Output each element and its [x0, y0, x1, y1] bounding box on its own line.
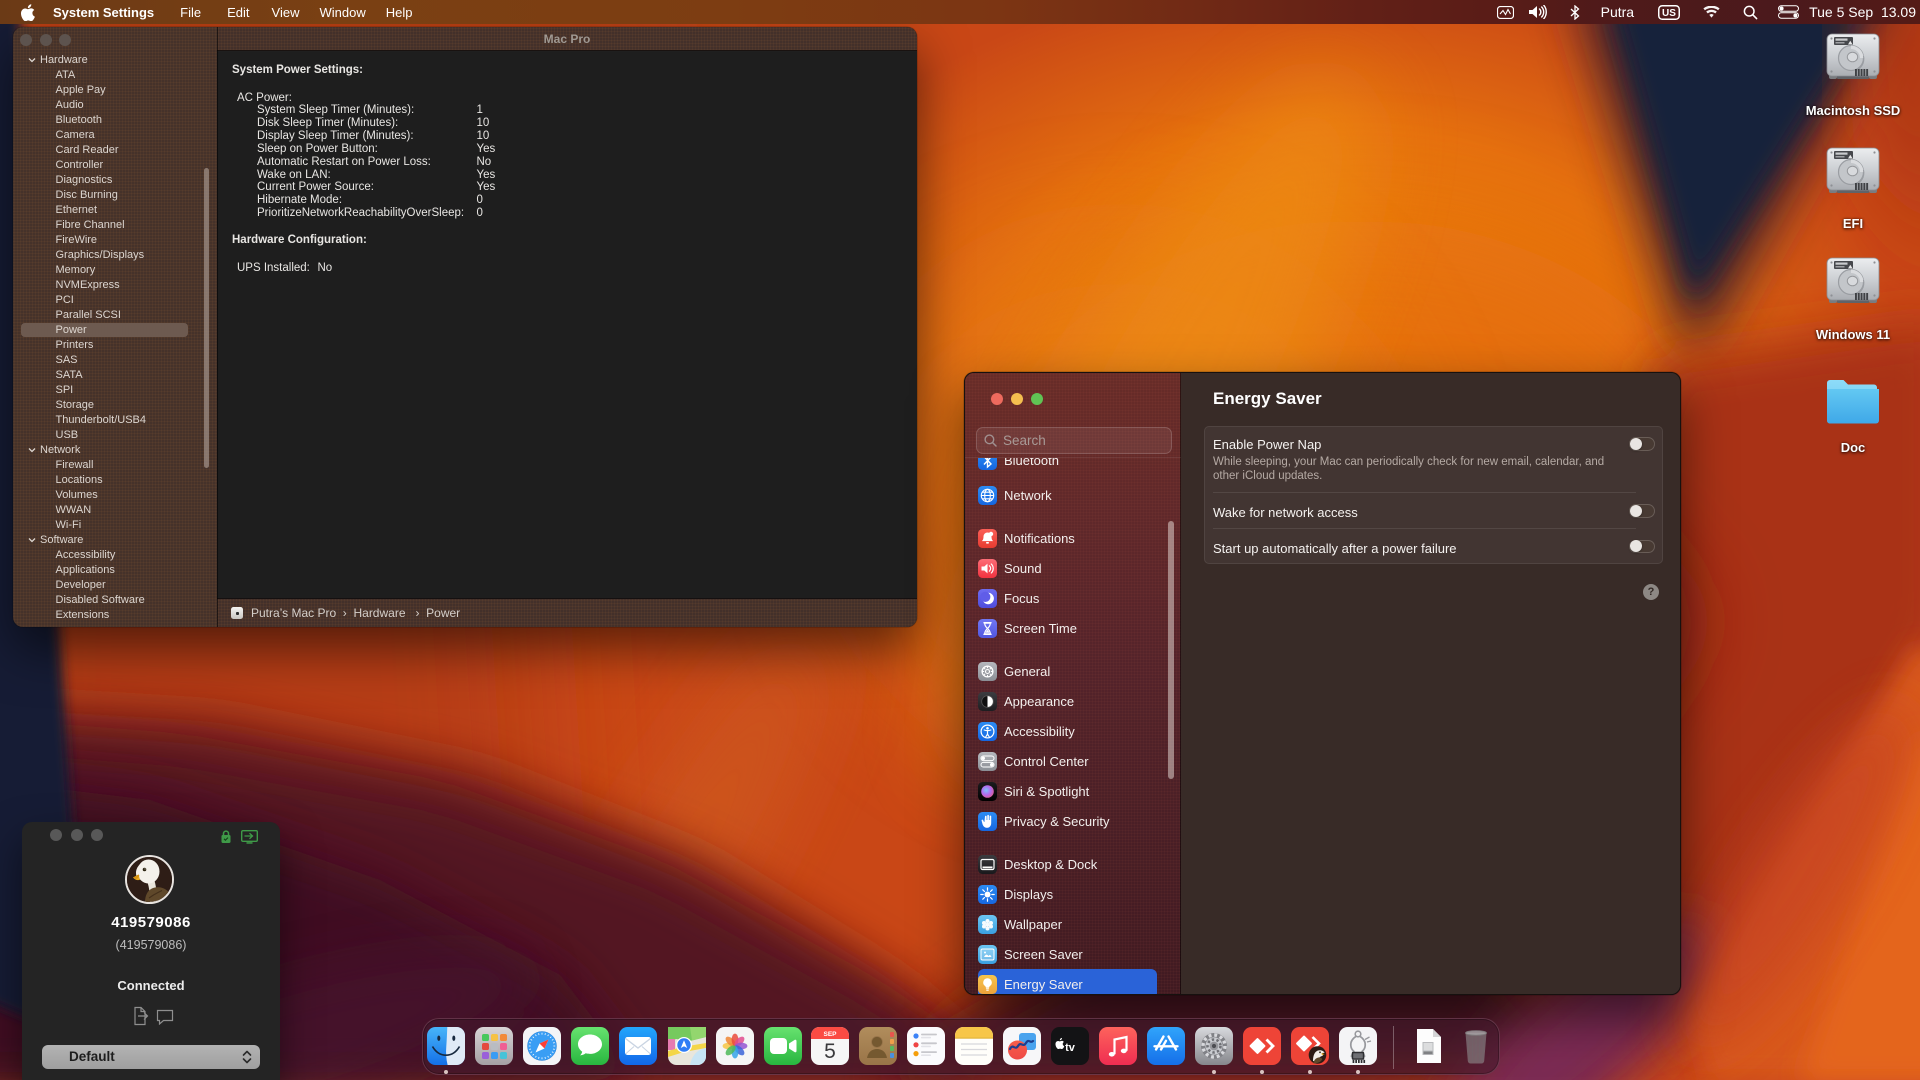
- svg-text:tv: tv: [1065, 1042, 1076, 1054]
- svg-text:SEP: SEP: [823, 1031, 837, 1038]
- svg-text:US: US: [1662, 8, 1676, 19]
- svg-text:5: 5: [824, 1040, 836, 1063]
